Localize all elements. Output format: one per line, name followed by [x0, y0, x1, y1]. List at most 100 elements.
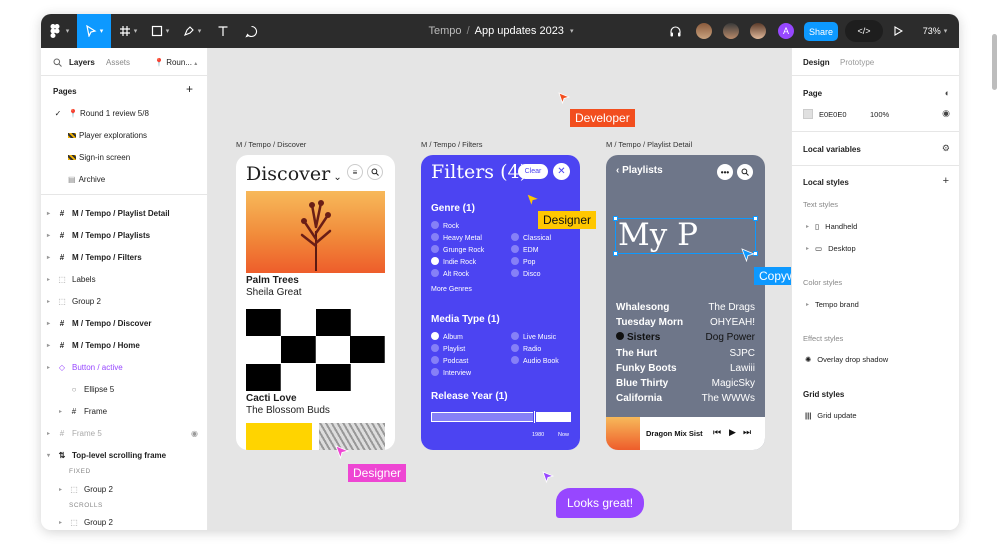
page-opacity-value[interactable]: 100% [870, 110, 889, 119]
track-row[interactable]: Whalesong The Drags [616, 300, 755, 315]
tab-layers[interactable]: Layers [69, 58, 95, 67]
avatar[interactable] [695, 22, 713, 40]
media-option[interactable]: Audio Book [511, 356, 559, 368]
play-icon[interactable]: ▶ [729, 427, 736, 438]
layer-row[interactable]: ▸ # M / Tempo / Filters [41, 250, 208, 264]
color-swatch[interactable] [803, 109, 813, 119]
media-option[interactable]: Radio [511, 344, 559, 356]
comment-bubble[interactable]: Looks great! [556, 488, 645, 518]
track-row[interactable]: California The WWWs [616, 391, 755, 406]
frame-tool-button[interactable]: ▾ [113, 14, 143, 48]
layer-row[interactable]: ▸ ⬚ Labels [41, 272, 208, 286]
color-style-item[interactable]: ▸ Tempo brand [806, 300, 859, 309]
layer-row[interactable]: ▸ # M / Tempo / Discover [41, 316, 208, 330]
genre-option[interactable]: Pop [511, 257, 551, 269]
resize-handle[interactable] [753, 216, 758, 221]
search-icon[interactable] [737, 164, 753, 180]
avatar[interactable]: A [777, 22, 795, 40]
genre-option[interactable]: Rock [431, 221, 484, 233]
effect-style-item[interactable]: ✺ Overlay drop shadow [805, 355, 888, 364]
track-row-playing[interactable]: Sisters Dog Power [616, 330, 755, 345]
layer-row[interactable]: ▸ ⬚ Group 2 [41, 515, 208, 529]
filters-frame[interactable]: Filters (4) Clear ✕ Genre (1) Rock Heavy… [421, 155, 580, 450]
album-art-cacti-love[interactable] [246, 309, 385, 391]
page-item[interactable]: Sign-in screen [41, 150, 208, 164]
shape-tool-button[interactable]: ▾ [145, 14, 175, 48]
tab-design[interactable]: Design [803, 58, 830, 67]
genre-option[interactable]: Heavy Metal [431, 233, 484, 245]
page-item[interactable]: ▤ Archive [41, 172, 208, 186]
text-style-item[interactable]: ▸ ▯ Handheld [806, 222, 857, 231]
resize-handle[interactable] [613, 216, 618, 221]
year-range-slider[interactable] [431, 410, 571, 424]
album-art-palm-trees[interactable] [246, 191, 385, 273]
media-option[interactable]: Interview [431, 368, 471, 380]
visibility-toggle-icon[interactable]: ◐ [945, 88, 950, 98]
add-style-icon[interactable]: + [943, 175, 949, 187]
layer-row[interactable]: ▸ # Frame 5 ◉ [41, 426, 208, 440]
eye-icon[interactable]: ◉ [942, 108, 950, 119]
search-icon[interactable] [53, 58, 62, 67]
file-title[interactable]: Tempo / App updates 2023 ▾ [381, 14, 621, 48]
layer-row[interactable]: ▸ ⬚ Group 2 [41, 482, 208, 496]
more-icon[interactable]: ••• [717, 164, 733, 180]
playlist-title-text-layer[interactable]: My P [615, 218, 756, 254]
dev-mode-toggle[interactable]: </> [845, 20, 883, 42]
discover-frame[interactable]: Discover ⌄ ≡ Palm Trees Sheila Great Cac… [236, 155, 395, 450]
previous-icon[interactable]: ⏮ [713, 427, 721, 438]
move-tool-button[interactable]: ▾ [77, 14, 111, 48]
text-style-item[interactable]: ▸ ▭ Desktop [806, 244, 856, 253]
grid-style-item[interactable]: ||| Grid update [805, 411, 857, 420]
now-playing-bar[interactable]: Dragon Mix Sist ⏮ ▶ ⏭ [606, 417, 765, 450]
layer-row[interactable]: ▸ # Frame [41, 404, 208, 418]
album-art-grass[interactable] [319, 423, 385, 450]
page-selector[interactable]: 📍 Roun... ▴ [154, 58, 197, 67]
layer-row[interactable]: ▸ ◇ Button / active [41, 360, 208, 374]
page-color-value[interactable]: E0E0E0 [819, 110, 847, 119]
text-tool-button[interactable] [209, 14, 237, 48]
album-art-yellow[interactable] [246, 423, 312, 450]
genre-option[interactable]: EDM [511, 245, 551, 257]
layer-row[interactable]: ▸ # M / Tempo / Playlist Detail [41, 206, 208, 220]
variables-settings-icon[interactable]: ⚙ [942, 143, 950, 154]
layer-row[interactable]: ▸ ⬚ Group 2 [41, 294, 208, 308]
main-menu-button[interactable]: ▾ [41, 14, 75, 48]
media-option[interactable]: Playlist [431, 344, 471, 356]
media-option[interactable]: Live Music [511, 332, 559, 344]
media-option[interactable]: Podcast [431, 356, 471, 368]
genre-option[interactable]: Alt Rock [431, 269, 484, 281]
project-name[interactable]: Tempo [429, 25, 462, 37]
page-scrollbar[interactable] [992, 34, 997, 90]
frame-label[interactable]: M / Tempo / Playlist Detail [606, 140, 692, 149]
clear-button[interactable]: Clear [518, 164, 548, 179]
layer-row[interactable]: ○ Ellipse 5 [41, 382, 208, 396]
canvas[interactable]: M / Tempo / Discover M / Tempo / Filters… [208, 48, 791, 530]
close-icon[interactable]: ✕ [553, 163, 570, 180]
comment-tool-button[interactable] [237, 14, 265, 48]
pen-tool-button[interactable]: ▾ [177, 14, 207, 48]
genre-option-selected[interactable]: Indie Rock [431, 257, 484, 269]
page-item[interactable]: ✓ 📍 Round 1 review 5/8 [41, 106, 208, 120]
present-button[interactable] [889, 14, 907, 48]
tab-assets[interactable]: Assets [106, 58, 130, 67]
genre-option[interactable]: Grunge Rock [431, 245, 484, 257]
layer-row[interactable]: ▾ ⇅ Top-level scrolling frame [41, 448, 208, 462]
frame-label[interactable]: M / Tempo / Filters [421, 140, 483, 149]
genre-option[interactable]: Classical [511, 233, 551, 245]
chevron-down-icon[interactable]: ▾ [570, 27, 574, 35]
tab-prototype[interactable]: Prototype [840, 58, 874, 67]
frame-label[interactable]: M / Tempo / Discover [236, 140, 306, 149]
slider-handle[interactable] [533, 410, 536, 424]
filter-icon[interactable]: ≡ [347, 164, 363, 180]
playlist-detail-frame[interactable]: ‹ Playlists ••• My P Whalesong The Drags … [606, 155, 765, 450]
local-variables-section[interactable]: Local variables ⚙ [792, 132, 959, 166]
avatar[interactable] [749, 22, 767, 40]
share-button[interactable]: Share [804, 22, 838, 41]
next-icon[interactable]: ⏭ [743, 427, 751, 438]
track-row[interactable]: Blue Thirty MagicSky [616, 376, 755, 391]
avatar[interactable] [722, 22, 740, 40]
zoom-menu[interactable]: 73% ▾ [917, 14, 953, 48]
search-icon[interactable] [367, 164, 383, 180]
file-name[interactable]: App updates 2023 [475, 25, 564, 37]
page-item[interactable]: Player explorations [41, 128, 208, 142]
